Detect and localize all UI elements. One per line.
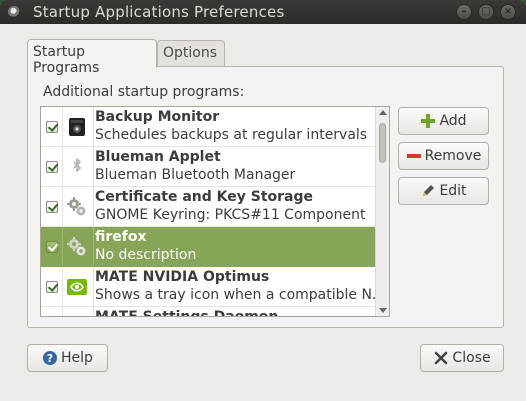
- gears-icon: [65, 235, 89, 259]
- list-item-selected[interactable]: firefox No description: [41, 227, 376, 267]
- enabled-checkbox[interactable]: [46, 201, 58, 213]
- program-description: Schedules backups at regular intervals: [95, 127, 368, 143]
- remove-label: Remove: [424, 148, 482, 164]
- startup-programs-list[interactable]: Backup Monitor Schedules backups at regu…: [40, 106, 390, 317]
- list-item[interactable]: MATE NVIDIA Optimus Shows a tray icon wh…: [41, 267, 385, 307]
- help-icon: ?: [42, 350, 58, 366]
- list-item[interactable]: MATE Settings Daemon: [41, 307, 376, 317]
- window-title: Startup Applications Preferences: [33, 3, 285, 21]
- section-label: Additional startup programs:: [43, 84, 245, 100]
- close-button[interactable]: Close: [420, 344, 504, 372]
- startup-preferences-window: Startup Applications Preferences – □ × S…: [0, 0, 526, 401]
- scroll-down-icon[interactable]: [379, 308, 387, 313]
- scroll-up-icon[interactable]: [379, 110, 387, 115]
- gears-icon: [65, 315, 89, 316]
- enabled-checkbox[interactable]: [46, 121, 58, 133]
- list-scrollbar[interactable]: [375, 107, 389, 316]
- help-label: Help: [61, 350, 93, 366]
- minimize-icon[interactable]: –: [456, 4, 472, 20]
- tab-options[interactable]: Options: [157, 40, 225, 66]
- tab-startup-programs[interactable]: Startup Programs: [27, 39, 157, 76]
- program-name: MATE Settings Daemon: [95, 309, 279, 317]
- enabled-checkbox[interactable]: [46, 161, 58, 173]
- maximize-icon[interactable]: □: [478, 4, 494, 20]
- help-button[interactable]: ? Help: [27, 344, 108, 372]
- enabled-checkbox[interactable]: [46, 241, 58, 253]
- title-bar[interactable]: Startup Applications Preferences – □ ×: [0, 0, 526, 24]
- remove-button[interactable]: Remove: [398, 142, 489, 170]
- add-label: Add: [439, 113, 467, 129]
- app-icon: [8, 6, 20, 18]
- program-description: GNOME Keyring: PKCS#11 Component: [95, 207, 366, 223]
- scroll-thumb[interactable]: [379, 123, 386, 163]
- program-description: Blueman Bluetooth Manager: [95, 167, 296, 183]
- program-name: MATE NVIDIA Optimus: [95, 269, 270, 285]
- close-window-icon[interactable]: ×: [500, 4, 516, 20]
- plus-icon: [420, 113, 436, 129]
- edit-button[interactable]: Edit: [398, 177, 489, 205]
- list-item[interactable]: Backup Monitor Schedules backups at regu…: [41, 107, 376, 147]
- add-button[interactable]: Add: [398, 107, 489, 135]
- backup-monitor-icon: [65, 115, 89, 139]
- edit-label: Edit: [439, 183, 467, 199]
- program-name: Backup Monitor: [95, 109, 220, 125]
- list-item[interactable]: Blueman Applet Blueman Bluetooth Manager: [41, 147, 376, 187]
- svg-text:?: ?: [47, 352, 53, 365]
- program-name: Blueman Applet: [95, 149, 221, 165]
- close-label: Close: [452, 350, 491, 366]
- program-description: No description: [95, 247, 197, 263]
- pencil-icon: [420, 183, 436, 199]
- program-name: firefox: [95, 229, 147, 245]
- gears-icon: [65, 195, 89, 219]
- list-item[interactable]: Certificate and Key Storage GNOME Keyrin…: [41, 187, 376, 227]
- minus-icon: [406, 148, 422, 164]
- program-description: Shows a tray icon when a compatible N...: [95, 287, 386, 303]
- bluetooth-icon: [65, 155, 89, 179]
- enabled-checkbox[interactable]: [46, 281, 58, 293]
- close-icon: [433, 350, 449, 366]
- nvidia-icon: [65, 275, 89, 299]
- program-name: Certificate and Key Storage: [95, 189, 314, 205]
